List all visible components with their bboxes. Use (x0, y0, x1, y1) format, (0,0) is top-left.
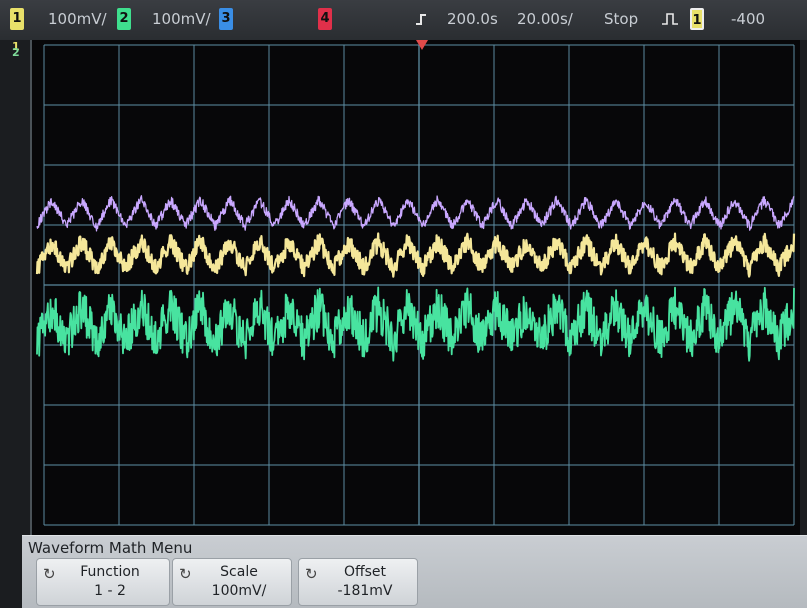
channel-1-scale: 100mV/ (48, 10, 107, 28)
channel-2-ground-marker: 2 (12, 46, 20, 59)
waveform-math-menu: Waveform Math Menu ↻ Function 1 - 2 ↻ Sc… (22, 535, 807, 608)
waveform-display[interactable] (30, 40, 800, 535)
run-state: Stop (604, 10, 639, 28)
channel-2-badge[interactable]: 2 (117, 8, 131, 30)
function-softkey[interactable]: ↻ Function 1 - 2 (36, 558, 170, 606)
channel-1-badge[interactable]: 1 (10, 8, 24, 30)
offset-value: -181mV (337, 583, 393, 599)
offset-softkey[interactable]: ↻ Offset -181mV (298, 558, 418, 606)
function-value: 1 - 2 (94, 583, 126, 599)
scale-value: 100mV/ (211, 583, 267, 599)
channel-2-scale: 100mV/ (152, 10, 211, 28)
trigger-position-icon (416, 14, 426, 25)
channel-4-badge[interactable]: 4 (318, 8, 332, 30)
channel-3-badge[interactable]: 3 (219, 8, 233, 30)
menu-title: Waveform Math Menu (28, 539, 193, 557)
trigger-level: -400 (731, 10, 766, 28)
scale-softkey[interactable]: ↻ Scale 100mV/ (172, 558, 292, 606)
timebase: 20.00s/ (517, 10, 573, 28)
trigger-source-badge[interactable]: 1 (690, 8, 704, 30)
trigger-marker-layer (416, 40, 428, 50)
status-bar: 1 100mV/ 2 100mV/ 3 4 200.0s 20.00s/ Sto… (0, 0, 807, 40)
trigger-position: 200.0s (447, 10, 498, 28)
function-label: Function (80, 564, 140, 580)
edge-trigger-icon (662, 13, 678, 25)
offset-label: Offset (343, 564, 387, 580)
trigger-position-marker[interactable] (416, 40, 428, 50)
scale-label: Scale (220, 564, 258, 580)
